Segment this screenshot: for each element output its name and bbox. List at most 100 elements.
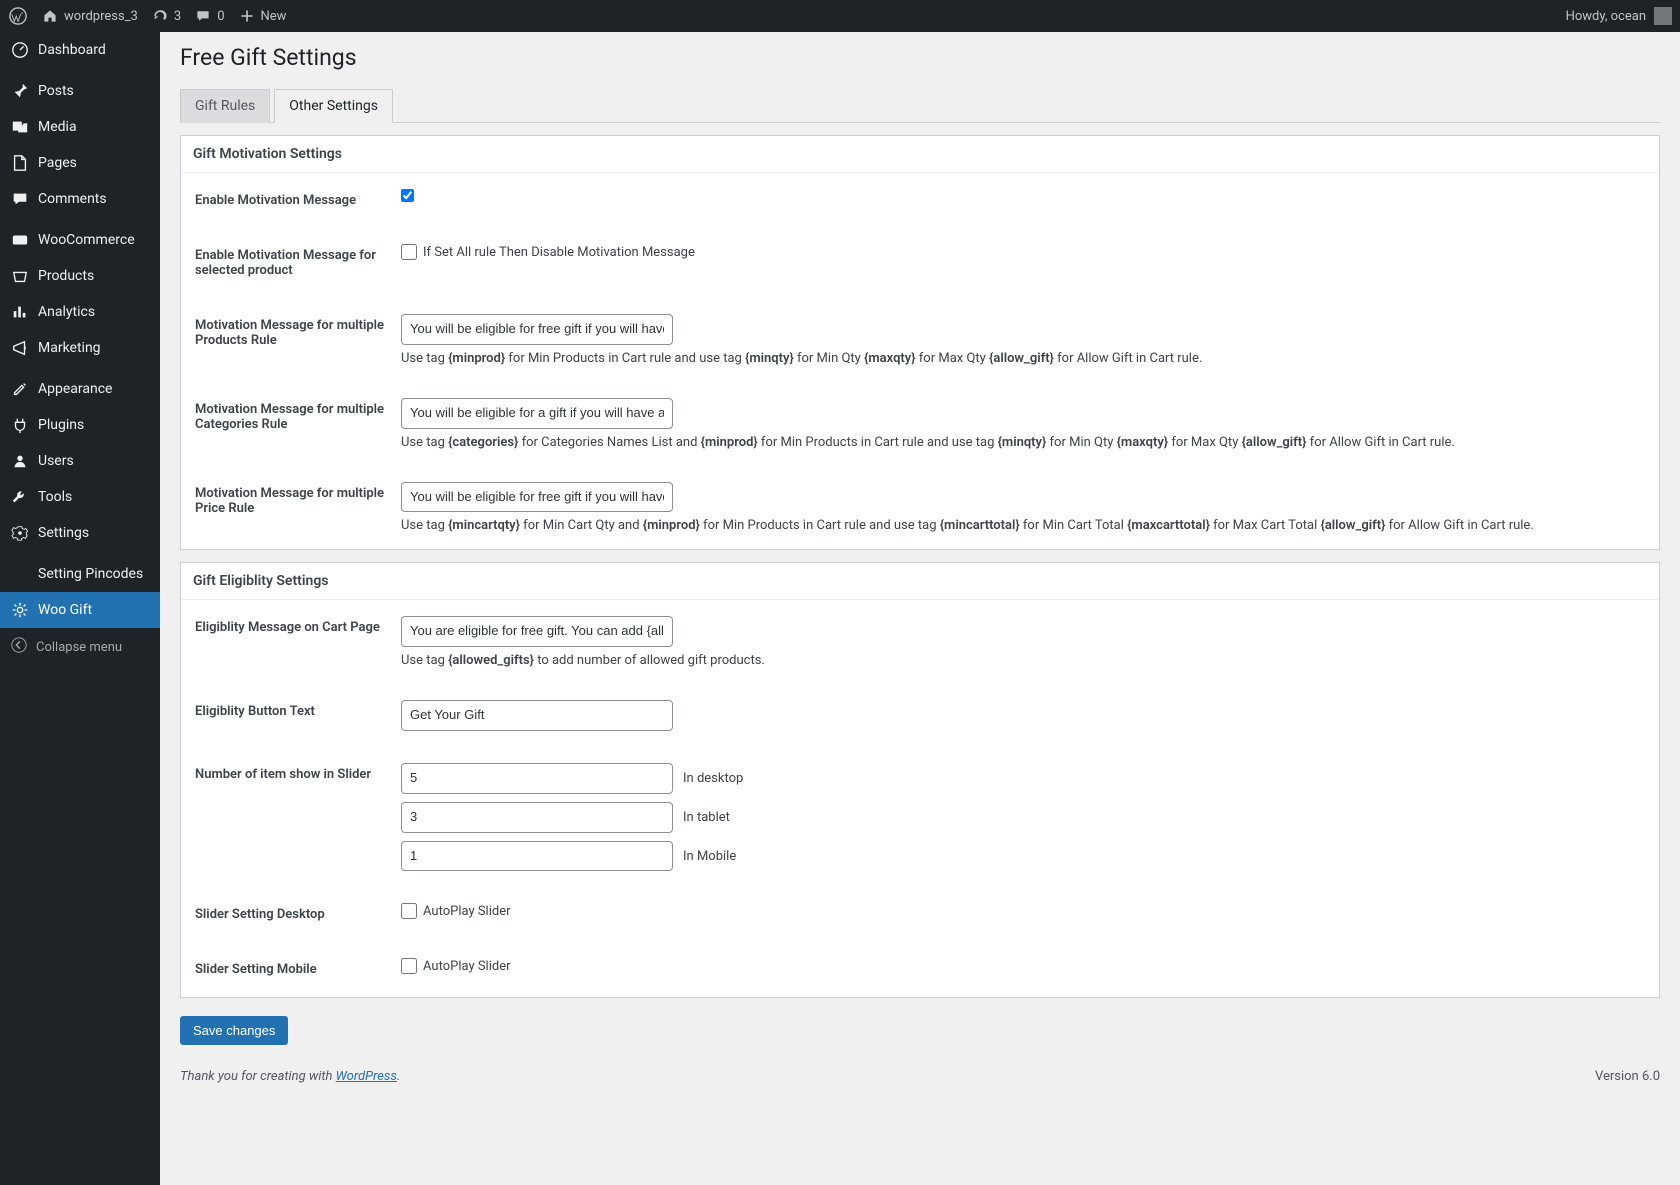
sidebar-item-pincodes[interactable]: Setting Pincodes xyxy=(0,556,160,592)
help-text: Use tag {allowed_gifts} to add number of… xyxy=(401,653,1645,668)
sidebar-item-pages[interactable]: Pages xyxy=(0,145,160,181)
version-text: Version 6.0 xyxy=(1595,1069,1660,1084)
sidebar-item-label: Settings xyxy=(38,525,89,541)
products-icon xyxy=(10,266,30,286)
sidebar-item-users[interactable]: Users xyxy=(0,443,160,479)
slider-tablet-count[interactable] xyxy=(401,802,673,833)
checkbox-label: AutoPlay Slider xyxy=(423,959,511,974)
row-label: Motivation Message for multiple Price Ru… xyxy=(181,466,401,550)
sidebar-item-label: Analytics xyxy=(38,304,95,320)
gear-icon xyxy=(10,600,30,620)
plugins-icon xyxy=(10,415,30,435)
collapse-icon xyxy=(10,636,28,658)
sidebar-item-analytics[interactable]: Analytics xyxy=(0,294,160,330)
main-content: Free Gift Settings Gift Rules Other Sett… xyxy=(160,32,1680,1104)
tab-other-settings[interactable]: Other Settings xyxy=(274,89,393,123)
updates-count: 3 xyxy=(174,9,181,24)
woo-icon xyxy=(10,230,30,250)
sidebar-item-appearance[interactable]: Appearance xyxy=(0,371,160,407)
howdy-text: Howdy, ocean xyxy=(1566,9,1646,24)
row-label: Enable Motivation Message for selected p… xyxy=(181,228,401,298)
help-text: Use tag {mincartqty} for Min Cart Qty an… xyxy=(401,518,1645,533)
msg-categories-input[interactable] xyxy=(401,398,673,429)
wordpress-icon xyxy=(8,6,28,26)
footer: Thank you for creating with WordPress. V… xyxy=(180,1069,1660,1084)
marketing-icon xyxy=(10,338,30,358)
sidebar-item-tools[interactable]: Tools xyxy=(0,479,160,515)
sidebar-item-label: Marketing xyxy=(38,340,101,356)
page-title: Free Gift Settings xyxy=(180,32,1660,79)
new-link[interactable]: New xyxy=(237,6,287,26)
pincodes-icon xyxy=(10,564,30,584)
comment-icon xyxy=(193,6,213,26)
site-name: wordpress_3 xyxy=(64,9,138,24)
sidebar-item-comments[interactable]: Comments xyxy=(0,181,160,217)
site-link[interactable]: wordpress_3 xyxy=(40,6,138,26)
footer-thanks-pre: Thank you for creating with xyxy=(180,1069,336,1084)
tabs-nav: Gift Rules Other Settings xyxy=(180,89,1660,123)
pin-icon xyxy=(10,81,30,101)
sidebar-item-label: Comments xyxy=(38,191,107,207)
users-icon xyxy=(10,451,30,471)
slider-mobile-count[interactable] xyxy=(401,841,673,872)
sidebar-item-label: Pages xyxy=(38,155,77,171)
msg-price-input[interactable] xyxy=(401,482,673,513)
autoplay-mobile-checkbox[interactable] xyxy=(401,958,417,974)
analytics-icon xyxy=(10,302,30,322)
appearance-icon xyxy=(10,379,30,399)
help-text: Use tag {minprod} for Min Products in Ca… xyxy=(401,351,1645,366)
wp-logo[interactable] xyxy=(8,6,28,26)
wordpress-link[interactable]: WordPress xyxy=(336,1069,397,1084)
collapse-menu[interactable]: Collapse menu xyxy=(0,628,160,666)
sidebar-item-plugins[interactable]: Plugins xyxy=(0,407,160,443)
sidebar-item-label: Products xyxy=(38,268,94,284)
panel-header: Gift Eligiblity Settings xyxy=(181,563,1659,600)
row-label: Eligiblity Message on Cart Page xyxy=(181,600,401,684)
sidebar-item-posts[interactable]: Posts xyxy=(0,73,160,109)
sidebar-item-label: Appearance xyxy=(38,381,112,397)
refresh-icon xyxy=(150,6,170,26)
panel-header: Gift Motivation Settings xyxy=(181,136,1659,173)
checkbox-label: AutoPlay Slider xyxy=(423,904,511,919)
enable-selected-checkbox[interactable] xyxy=(401,244,417,260)
elig-button-input[interactable] xyxy=(401,700,673,731)
sidebar-item-label: Tools xyxy=(38,489,72,505)
sidebar-item-woo-gift[interactable]: Woo Gift xyxy=(0,592,160,628)
row-label: Slider Setting Mobile xyxy=(181,942,401,997)
slider-desktop-count[interactable] xyxy=(401,763,673,794)
checkbox-label: If Set All rule Then Disable Motivation … xyxy=(423,245,695,260)
sidebar-item-woocommerce[interactable]: WooCommerce xyxy=(0,222,160,258)
sidebar-item-label: Posts xyxy=(38,83,74,99)
sidebar-item-products[interactable]: Products xyxy=(0,258,160,294)
row-label: Slider Setting Desktop xyxy=(181,887,401,942)
sidebar-item-media[interactable]: Media xyxy=(0,109,160,145)
account-link[interactable]: Howdy, ocean xyxy=(1566,7,1672,25)
avatar xyxy=(1654,7,1672,25)
autoplay-desktop-checkbox[interactable] xyxy=(401,903,417,919)
home-icon xyxy=(40,6,60,26)
admin-sidebar: Dashboard Posts Media Pages Comments Woo… xyxy=(0,32,160,1185)
comments-count: 0 xyxy=(217,9,224,24)
sidebar-item-settings[interactable]: Settings xyxy=(0,515,160,551)
sidebar-item-label: Plugins xyxy=(38,417,84,433)
tools-icon xyxy=(10,487,30,507)
enable-motivation-checkbox[interactable] xyxy=(401,189,414,202)
sidebar-item-dashboard[interactable]: Dashboard xyxy=(0,32,160,68)
pages-icon xyxy=(10,153,30,173)
updates-link[interactable]: 3 xyxy=(150,6,181,26)
tab-gift-rules[interactable]: Gift Rules xyxy=(180,89,270,123)
sidebar-item-marketing[interactable]: Marketing xyxy=(0,330,160,366)
suffix-label: In desktop xyxy=(683,771,743,786)
comments-icon xyxy=(10,189,30,209)
save-button[interactable]: Save changes xyxy=(180,1016,288,1045)
row-label: Eligiblity Button Text xyxy=(181,684,401,747)
row-label: Number of item show in Slider xyxy=(181,747,401,887)
help-text: Use tag {categories} for Categories Name… xyxy=(401,435,1645,450)
footer-thanks-post: . xyxy=(397,1069,400,1084)
elig-msg-input[interactable] xyxy=(401,616,673,647)
msg-products-input[interactable] xyxy=(401,314,673,345)
suffix-label: In tablet xyxy=(683,810,730,825)
comments-link[interactable]: 0 xyxy=(193,6,224,26)
sidebar-item-label: Media xyxy=(38,119,77,135)
row-label: Motivation Message for multiple Products… xyxy=(181,298,401,382)
